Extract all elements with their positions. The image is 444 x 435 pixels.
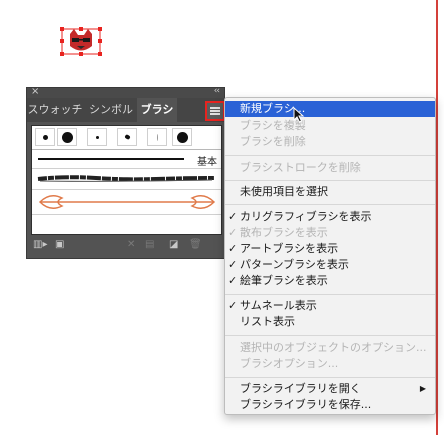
libraries-panel-icon[interactable]: ▣: [55, 239, 64, 250]
menu-item-thumbnail-view[interactable]: ✓ サムネール表示: [225, 298, 435, 314]
menu-item-show-art[interactable]: ✓ アートブラシを表示: [225, 241, 435, 257]
menu-item-show-scatter[interactable]: ✓ 散布ブラシを表示: [225, 225, 435, 241]
selected-artwork[interactable]: [60, 26, 104, 58]
calligraphy-brush-row: [32, 126, 221, 150]
menu-item-open-brush-library[interactable]: ブラシライブラリを開く ▶: [225, 381, 435, 397]
brush-swatch[interactable]: [57, 128, 77, 146]
tab-symbols[interactable]: シンボル: [85, 98, 137, 122]
panel-menu-button[interactable]: [205, 101, 225, 121]
charcoal-brush-row[interactable]: [32, 169, 221, 190]
checkmark-icon: ✓: [228, 242, 238, 255]
art-brush-row[interactable]: [32, 190, 221, 215]
menu-item-list-view[interactable]: リスト表示: [225, 314, 435, 330]
panel-tabs: スウォッチ シンボル ブラシ: [27, 98, 224, 122]
menu-item-duplicate-brush[interactable]: ブラシを複製: [225, 118, 435, 134]
menu-separator: [225, 204, 435, 205]
charcoal-brush-stroke-icon: [37, 175, 215, 182]
brush-swatch[interactable]: [87, 128, 107, 146]
artboard-edge-guide: [436, 0, 438, 435]
panel-close-button[interactable]: ×: [31, 86, 39, 97]
remove-brush-stroke-icon[interactable]: ✕: [127, 239, 135, 250]
menu-separator: [225, 294, 435, 295]
checkmark-icon: ✓: [228, 274, 238, 287]
menu-separator: [225, 335, 435, 336]
brush-library-icon[interactable]: ▥▸: [33, 239, 47, 250]
checkmark-icon: ✓: [228, 299, 238, 312]
menu-item-options-selected-object[interactable]: 選択中のオブジェクトのオプション...: [225, 340, 435, 356]
brush-options-icon[interactable]: ▤: [145, 239, 154, 250]
trash-icon[interactable]: 🗑: [189, 239, 202, 250]
menu-item-new-brush[interactable]: 新規ブラシ...: [225, 101, 435, 117]
checkmark-icon: ✓: [228, 226, 238, 239]
menu-separator: [225, 180, 435, 181]
menu-item-show-bristle[interactable]: ✓ 絵筆ブラシを表示: [225, 273, 435, 289]
brush-swatch[interactable]: [147, 128, 167, 146]
new-brush-icon[interactable]: ◪: [169, 239, 178, 250]
menu-item-delete-brush[interactable]: ブラシを削除: [225, 134, 435, 150]
brush-swatch[interactable]: [35, 128, 55, 146]
menu-item-show-calligraphic[interactable]: ✓ カリグラフィブラシを表示: [225, 209, 435, 225]
brushes-panel: × ‹‹ スウォッチ シンボル ブラシ 基本 ▥▸ ▣ ✕ ▤ ◪ 🗑: [26, 86, 225, 259]
menu-item-show-pattern[interactable]: ✓ パターンブラシを表示: [225, 257, 435, 273]
tab-swatches[interactable]: スウォッチ: [27, 98, 83, 122]
tab-brushes[interactable]: ブラシ: [137, 98, 177, 122]
menu-item-remove-brush-stroke[interactable]: ブラシストロークを削除: [225, 160, 435, 176]
basic-brush-stroke-icon: [38, 158, 184, 160]
panel-footer: ▥▸ ▣ ✕ ▤ ◪ 🗑: [27, 234, 224, 258]
checkmark-icon: ✓: [228, 258, 238, 271]
brush-list: 基本: [31, 125, 222, 235]
mouse-cursor-icon: [293, 107, 305, 123]
basic-brush-label: 基本: [197, 157, 217, 168]
submenu-arrow-icon: ▶: [419, 384, 426, 393]
menu-separator: [225, 377, 435, 378]
menu-item-brush-options[interactable]: ブラシオプション...: [225, 356, 435, 372]
panel-collapse-button[interactable]: ‹‹: [214, 86, 220, 96]
menu-separator: [225, 155, 435, 156]
brush-panel-menu: 新規ブラシ... ブラシを複製 ブラシを削除 ブラシストロークを削除 未使用項目…: [224, 97, 436, 415]
panel-title-bar[interactable]: × ‹‹: [27, 86, 224, 98]
menu-item-select-unused[interactable]: 未使用項目を選択: [225, 184, 435, 200]
brush-swatch[interactable]: [172, 128, 192, 146]
art-brush-stroke-icon: [38, 195, 216, 209]
cat-artwork-icon: [60, 27, 102, 56]
basic-brush-row[interactable]: 基本: [32, 150, 221, 169]
brush-swatch[interactable]: [117, 128, 137, 146]
checkmark-icon: ✓: [228, 210, 238, 223]
menu-item-save-brush-library[interactable]: ブラシライブラリを保存...: [225, 397, 435, 413]
